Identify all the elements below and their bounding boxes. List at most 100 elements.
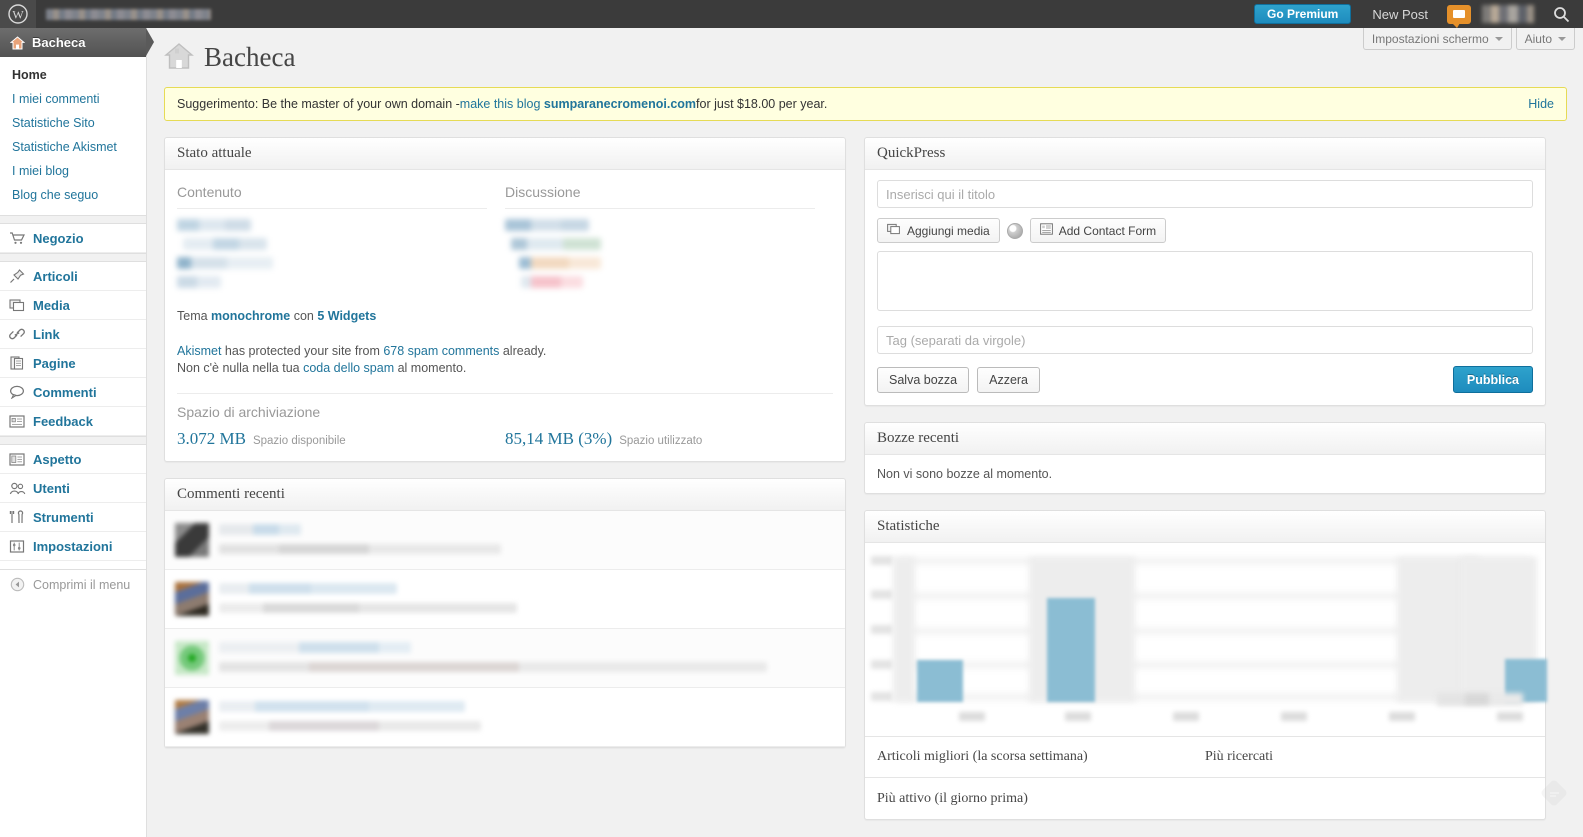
comment-avatar <box>175 523 209 557</box>
x-axis-tick-redacted <box>1389 712 1415 721</box>
admin-bar-right: Go Premium New Post <box>1246 0 1583 28</box>
chevron-down-icon <box>1494 36 1503 41</box>
x-axis-tick-redacted <box>1173 712 1199 721</box>
x-axis-tick-redacted <box>1065 712 1091 721</box>
top-posts-label: Articoli migliori (la scorsa settimana) <box>877 749 1088 764</box>
recent-comments-panel: Commenti recenti <box>164 478 846 748</box>
spam-comments-link[interactable]: 678 spam comments <box>383 344 499 358</box>
dashboard-home-icon <box>8 34 26 52</box>
panel-title: Statistiche <box>877 518 940 534</box>
settings-icon <box>8 537 26 555</box>
spam-queue-line: Non c'è nulla nella tua coda dello spam … <box>177 360 833 377</box>
wordpress-logo-icon[interactable]: W <box>0 0 36 28</box>
comment-meta-redacted <box>219 642 411 653</box>
media-circle-icon[interactable] <box>1006 222 1023 239</box>
add-media-button[interactable]: Aggiungi media <box>877 218 1000 243</box>
quickpress-panel-header[interactable]: QuickPress <box>865 138 1545 170</box>
stats-panel: Statistiche Articoli migliori (la scorsa… <box>864 510 1547 820</box>
comment-row[interactable] <box>165 570 845 629</box>
akismet-protected-line: Akismet has protected your site from 678… <box>177 343 833 360</box>
y-axis-tick-redacted <box>871 691 893 701</box>
sidebar-item-strumenti[interactable]: Strumenti <box>0 503 146 532</box>
sidebar-subitem-i-miei-commenti[interactable]: I miei commenti <box>0 87 146 111</box>
sidebar-item-commenti[interactable]: Commenti <box>0 378 146 407</box>
recent-drafts-panel-header[interactable]: Bozze recenti <box>865 423 1545 455</box>
sidebar-item-label: Media <box>33 297 70 313</box>
comment-avatar <box>175 582 209 616</box>
comment-text-redacted <box>219 662 767 672</box>
tools-icon <box>8 508 26 526</box>
upgrade-notice: Suggerimento: Be the master of your own … <box>164 87 1567 121</box>
stats-footer: Articoli migliori (la scorsa settimana) … <box>865 736 1545 819</box>
add-contact-form-button[interactable]: Add Contact Form <box>1029 218 1167 243</box>
sidebar-item-utenti[interactable]: Utenti <box>0 474 146 503</box>
quickpress-tags-input[interactable] <box>877 326 1533 354</box>
comment-row[interactable] <box>165 629 845 688</box>
panel-title: QuickPress <box>877 145 946 161</box>
make-this-blog-link[interactable]: make this blog <box>460 97 541 111</box>
comment-row[interactable] <box>165 688 845 747</box>
sidebar-item-link[interactable]: Link <box>0 320 146 349</box>
sidebar-subitem-blog-che-seguo[interactable]: Blog che seguo <box>0 183 146 207</box>
sidebar-item-media[interactable]: Media <box>0 291 146 320</box>
akismet-link[interactable]: Akismet <box>177 344 221 358</box>
discussion-row-redacted <box>511 238 601 250</box>
chevron-down-icon <box>1558 36 1566 41</box>
sidebar-item-pagine[interactable]: Pagine <box>0 349 146 378</box>
sidebar-subitem-i-miei-blog[interactable]: I miei blog <box>0 159 146 183</box>
content-row-redacted <box>183 238 267 250</box>
comment-avatar <box>175 641 209 675</box>
reset-button[interactable]: Azzera <box>977 366 1041 393</box>
x-axis-tick-redacted <box>1497 712 1523 721</box>
stats-panel-header[interactable]: Statistiche <box>865 511 1545 543</box>
sidebar-item-label: Utenti <box>33 480 70 496</box>
domain-link[interactable]: sumparanecromenoi.com <box>544 97 696 111</box>
storage-available-value: 3.072 MB <box>177 429 246 448</box>
sidebar-item-aspetto[interactable]: Aspetto <box>0 445 146 474</box>
sidebar-subitem-statistiche-akismet[interactable]: Statistiche Akismet <box>0 135 146 159</box>
sidebar-item-impostazioni[interactable]: Impostazioni <box>0 532 146 561</box>
quickpress-title-input[interactable] <box>877 180 1533 208</box>
stats-footer-row: Articoli migliori (la scorsa settimana) … <box>865 737 1545 778</box>
sidebar-item-articoli[interactable]: Articoli <box>0 262 146 291</box>
recent-comments-panel-header[interactable]: Commenti recenti <box>165 479 845 511</box>
widgets-link[interactable]: 5 Widgets <box>317 309 376 323</box>
sidebar-submenu: Home I miei commenti Statistiche Sito St… <box>0 57 146 215</box>
go-premium-button[interactable]: Go Premium <box>1254 4 1352 24</box>
most-searched-label: Più ricercati <box>1205 749 1274 764</box>
screen-options-tab[interactable]: Impostazioni schermo <box>1362 28 1512 50</box>
chart-legend-redacted <box>1437 693 1523 706</box>
search-icon[interactable] <box>1539 0 1583 28</box>
right-now-columns: Contenuto Discussione <box>177 180 833 295</box>
save-draft-button[interactable]: Salva bozza <box>877 366 970 393</box>
quickpress-content-textarea[interactable] <box>877 251 1533 311</box>
hide-notice-link[interactable]: Hide <box>1528 97 1554 111</box>
comment-body <box>219 641 835 675</box>
sidebar-subitem-home[interactable]: Home <box>0 63 146 87</box>
comment-icon <box>8 383 26 401</box>
y-axis-tick-redacted <box>871 590 893 600</box>
screen-meta-links: Impostazioni schermo Aiuto <box>1362 28 1575 50</box>
content-row-redacted <box>177 257 273 269</box>
spam-queue-link[interactable]: coda dello spam <box>303 361 394 375</box>
theme-name-link[interactable]: monochrome <box>211 309 290 323</box>
comment-bubble-icon[interactable] <box>1441 0 1477 28</box>
help-tab[interactable]: Aiuto <box>1515 28 1575 50</box>
comment-row[interactable] <box>165 511 845 570</box>
feedback-icon <box>8 412 26 430</box>
right-now-panel-header[interactable]: Stato attuale <box>165 138 845 170</box>
house-icon <box>164 42 194 73</box>
sidebar-subitem-statistiche-sito[interactable]: Statistiche Sito <box>0 111 146 135</box>
site-name[interactable] <box>36 0 298 28</box>
appearance-icon <box>8 450 26 468</box>
sidebar-item-label: Commenti <box>33 384 97 400</box>
new-post-button[interactable]: New Post <box>1359 0 1441 28</box>
sidebar-item-label: Negozio <box>33 230 84 246</box>
sidebar-item-negozio[interactable]: Negozio <box>0 224 146 253</box>
collapse-menu-button[interactable]: Comprimi il menu <box>0 569 146 599</box>
avatar[interactable] <box>1477 0 1539 28</box>
users-icon <box>8 479 26 497</box>
sidebar-item-bacheca[interactable]: Bacheca <box>0 28 154 57</box>
publish-button[interactable]: Pubblica <box>1452 366 1533 393</box>
sidebar-item-feedback[interactable]: Feedback <box>0 407 146 436</box>
